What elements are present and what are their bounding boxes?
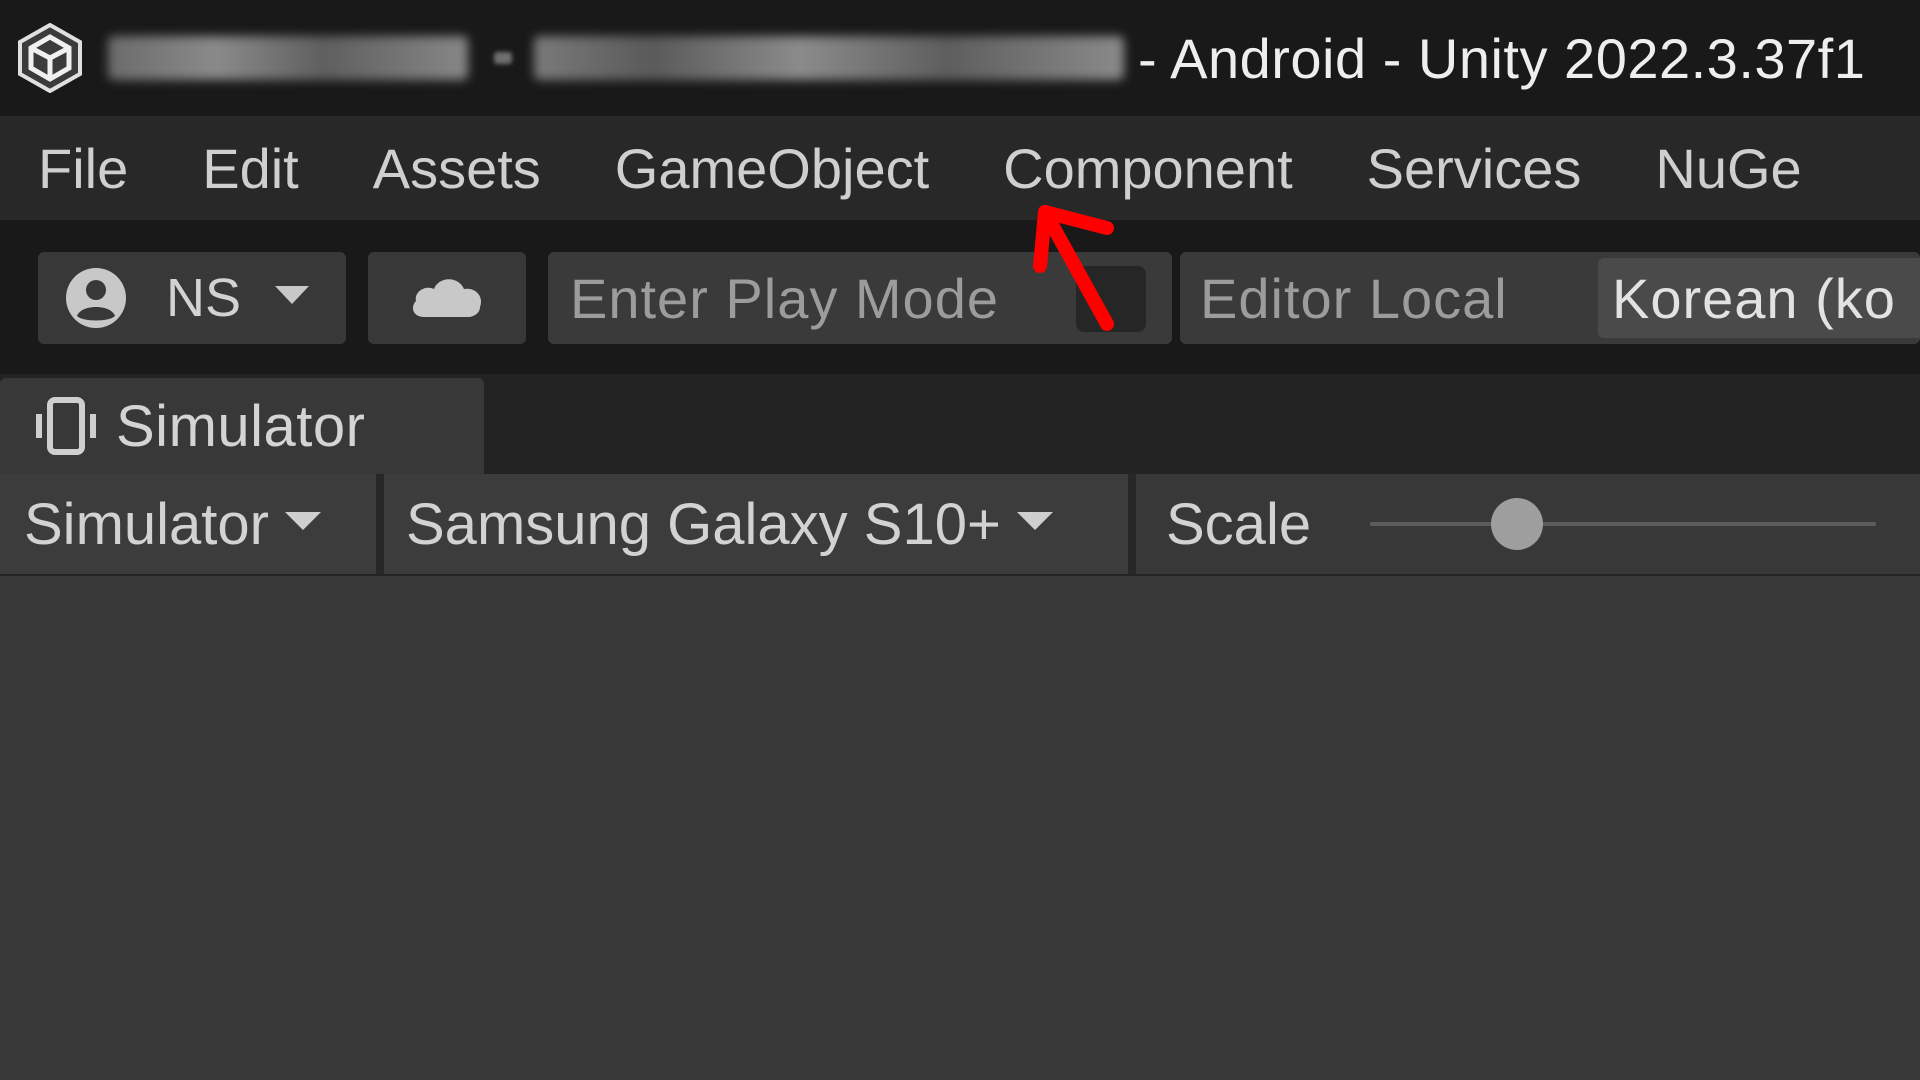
- chevron-down-icon: [284, 511, 321, 537]
- scale-label: Scale: [1166, 491, 1312, 557]
- menu-edit[interactable]: Edit: [202, 136, 299, 201]
- window-tab-strip: Simulator: [0, 374, 1920, 474]
- play-mode-option-box[interactable]: [1076, 266, 1146, 332]
- view-mode-label: Simulator: [24, 491, 269, 557]
- tab-simulator-label: Simulator: [116, 393, 366, 459]
- device-dropdown[interactable]: Samsung Galaxy S10+: [384, 474, 1136, 574]
- menu-nuget[interactable]: NuGe: [1655, 136, 1801, 201]
- window-title: - Android - Unity 2022.3.37f1: [1138, 26, 1866, 90]
- menu-file[interactable]: File: [38, 136, 128, 201]
- cloud-button[interactable]: [368, 252, 526, 344]
- unity-logo-icon: [14, 22, 86, 94]
- editor-locale-field: Editor Local Korean (ko: [1180, 252, 1920, 344]
- account-dropdown[interactable]: NS: [38, 252, 346, 344]
- menu-component[interactable]: Component: [1003, 136, 1293, 201]
- account-label: NS: [166, 268, 242, 328]
- tab-simulator[interactable]: Simulator: [0, 378, 484, 474]
- scale-control: Scale: [1136, 474, 1920, 574]
- device-simulator-icon: [34, 396, 98, 456]
- menu-services[interactable]: Services: [1367, 136, 1582, 201]
- redacted-separator: [494, 52, 512, 64]
- play-mode-label: Enter Play Mode: [570, 266, 999, 330]
- device-label: Samsung Galaxy S10+: [406, 491, 1001, 557]
- editor-locale-label: Editor Local: [1200, 266, 1508, 330]
- redacted-project-name: [108, 36, 468, 80]
- menu-assets[interactable]: Assets: [373, 136, 541, 201]
- scale-slider-thumb[interactable]: [1490, 498, 1543, 550]
- main-toolbar: NS Enter Play Mode Editor Local Korean (…: [0, 220, 1920, 374]
- title-bar: - Android - Unity 2022.3.37f1: [0, 0, 1920, 116]
- language-dropdown[interactable]: Korean (ko: [1598, 258, 1920, 338]
- redacted-scene-name: [534, 36, 1124, 80]
- language-value: Korean (ko: [1612, 266, 1896, 330]
- menu-gameobject[interactable]: GameObject: [615, 136, 929, 201]
- chevron-down-icon: [275, 285, 310, 311]
- view-mode-dropdown[interactable]: Simulator: [0, 474, 384, 574]
- simulator-toolbar: Simulator Samsung Galaxy S10+ Scale: [0, 474, 1920, 576]
- simulator-viewport[interactable]: [0, 576, 1920, 1080]
- cloud-icon: [410, 273, 484, 324]
- scale-slider[interactable]: [1370, 498, 1876, 550]
- menu-bar: File Edit Assets GameObject Component Se…: [0, 116, 1920, 220]
- chevron-down-icon: [1016, 511, 1053, 537]
- user-icon: [64, 266, 128, 330]
- enter-play-mode-dropdown[interactable]: Enter Play Mode: [548, 252, 1172, 344]
